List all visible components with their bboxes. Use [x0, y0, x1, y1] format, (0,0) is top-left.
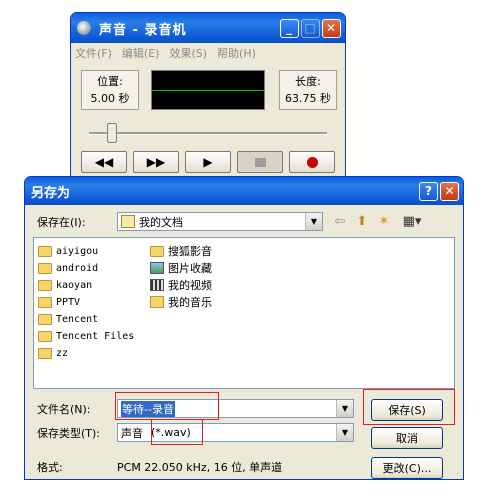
waveform-display [151, 70, 265, 110]
folder-icon [150, 245, 164, 257]
filetype-label: 保存类型(T): [37, 426, 101, 440]
chevron-down-icon[interactable]: ▼ [336, 424, 353, 441]
folder-icon [38, 262, 52, 274]
position-label: 位置: [97, 75, 123, 88]
recorder-display-panel: 位置: 5.00 秒 长度: 63.75 秒 [81, 70, 337, 118]
format-row: 格式: PCM 22.050 kHz, 16 位, 单声道 [37, 459, 282, 475]
annotation-box [115, 392, 219, 420]
list-item[interactable]: aiyigou [38, 243, 98, 259]
change-format-button[interactable]: 更改(C)... [371, 457, 443, 479]
dialog-title: 另存为 [31, 185, 71, 201]
help-button[interactable]: ? [419, 181, 438, 201]
stop-icon [254, 157, 266, 167]
rewind-button[interactable]: ◀◀ [81, 151, 127, 173]
maximize-button: □ [301, 18, 320, 38]
position-display: 位置: 5.00 秒 [81, 70, 139, 110]
save-in-label: 保存在(I): [37, 215, 86, 229]
menu-edit[interactable]: 编辑(E) [122, 45, 160, 61]
up-folder-icon[interactable]: ⬆ [353, 212, 371, 230]
folder-icon [38, 279, 52, 291]
list-item[interactable]: 图片收藏 [150, 260, 212, 276]
chevron-down-icon[interactable]: ▼ [336, 400, 353, 417]
record-icon [306, 156, 318, 168]
play-button[interactable]: ▶ [185, 151, 231, 173]
dialog-close-button[interactable]: ✕ [440, 181, 459, 201]
save-in-row: 保存在(I): 我的文档 ▼ [37, 212, 323, 231]
format-label: 格式: [37, 461, 63, 474]
fast-forward-button[interactable]: ▶▶ [133, 151, 179, 173]
videos-folder-icon [150, 279, 164, 291]
my-documents-icon [121, 215, 135, 228]
list-item[interactable]: 我的音乐 [150, 294, 212, 310]
annotation-box [151, 419, 203, 445]
transport-controls: ◀◀ ▶▶ ▶ [81, 151, 335, 173]
new-folder-icon[interactable]: ✶ [375, 212, 393, 230]
save-in-value: 我的文档 [139, 215, 183, 229]
folder-icon [38, 347, 52, 359]
filetype-value: 声音 [121, 426, 143, 440]
close-button[interactable]: ✕ [322, 18, 341, 38]
length-label: 长度: [295, 75, 321, 88]
position-slider[interactable] [89, 123, 327, 143]
chevron-down-icon[interactable]: ▼ [305, 213, 322, 230]
pictures-folder-icon [150, 262, 164, 274]
dialog-title-bar[interactable]: 另存为 ? ✕ [25, 177, 463, 205]
menu-help[interactable]: 帮助(H) [217, 45, 256, 61]
list-item[interactable]: Tencent [38, 311, 98, 327]
stop-button [237, 151, 283, 173]
filename-label: 文件名(N): [37, 402, 91, 416]
slider-track [89, 132, 327, 135]
recorder-title: 声音 - 录音机 [99, 22, 187, 38]
view-menu-icon[interactable]: ▦▾ [399, 212, 425, 230]
save-as-dialog: 另存为 ? ✕ 保存在(I): 我的文档 ▼ ⇦ ⬆ ✶ ▦▾ aiyigou … [24, 176, 464, 480]
waveform-line [152, 90, 264, 91]
minimize-button[interactable]: _ [280, 18, 299, 38]
sound-recorder-window: 声音 - 录音机 _ □ ✕ 文件(F) 编辑(E) 效果(S) 帮助(H) 位… [70, 12, 346, 180]
save-in-dropdown[interactable]: 我的文档 ▼ [117, 212, 323, 231]
annotation-box [363, 389, 455, 425]
list-item[interactable]: 我的视频 [150, 277, 212, 293]
back-icon[interactable]: ⇦ [331, 212, 349, 230]
list-item[interactable]: Tencent Files [38, 328, 134, 344]
format-value: PCM 22.050 kHz, 16 位, 单声道 [117, 461, 283, 474]
list-item[interactable]: PPTV [38, 294, 80, 310]
folder-icon [38, 330, 52, 342]
folder-icon [38, 245, 52, 257]
file-list[interactable]: aiyigou android kaoyan PPTV Tencent Tenc… [33, 237, 455, 389]
position-value: 5.00 秒 [90, 92, 130, 105]
speaker-app-icon [77, 21, 91, 35]
folder-icon [38, 296, 52, 308]
folder-icon [38, 313, 52, 325]
list-item[interactable]: android [38, 260, 98, 276]
list-item[interactable]: kaoyan [38, 277, 92, 293]
menu-effects[interactable]: 效果(S) [169, 45, 207, 61]
recorder-menu-bar: 文件(F) 编辑(E) 效果(S) 帮助(H) [71, 43, 345, 63]
menu-file[interactable]: 文件(F) [75, 45, 112, 61]
record-button[interactable] [289, 151, 335, 173]
list-item[interactable]: 搜狐影音 [150, 243, 212, 259]
slider-thumb[interactable] [107, 123, 117, 143]
cancel-button[interactable]: 取消 [371, 427, 443, 449]
music-folder-icon [150, 296, 164, 308]
list-item[interactable]: zz [38, 345, 68, 361]
length-value: 63.75 秒 [285, 92, 331, 105]
recorder-title-bar[interactable]: 声音 - 录音机 _ □ ✕ [71, 13, 345, 43]
length-display: 长度: 63.75 秒 [279, 70, 337, 110]
